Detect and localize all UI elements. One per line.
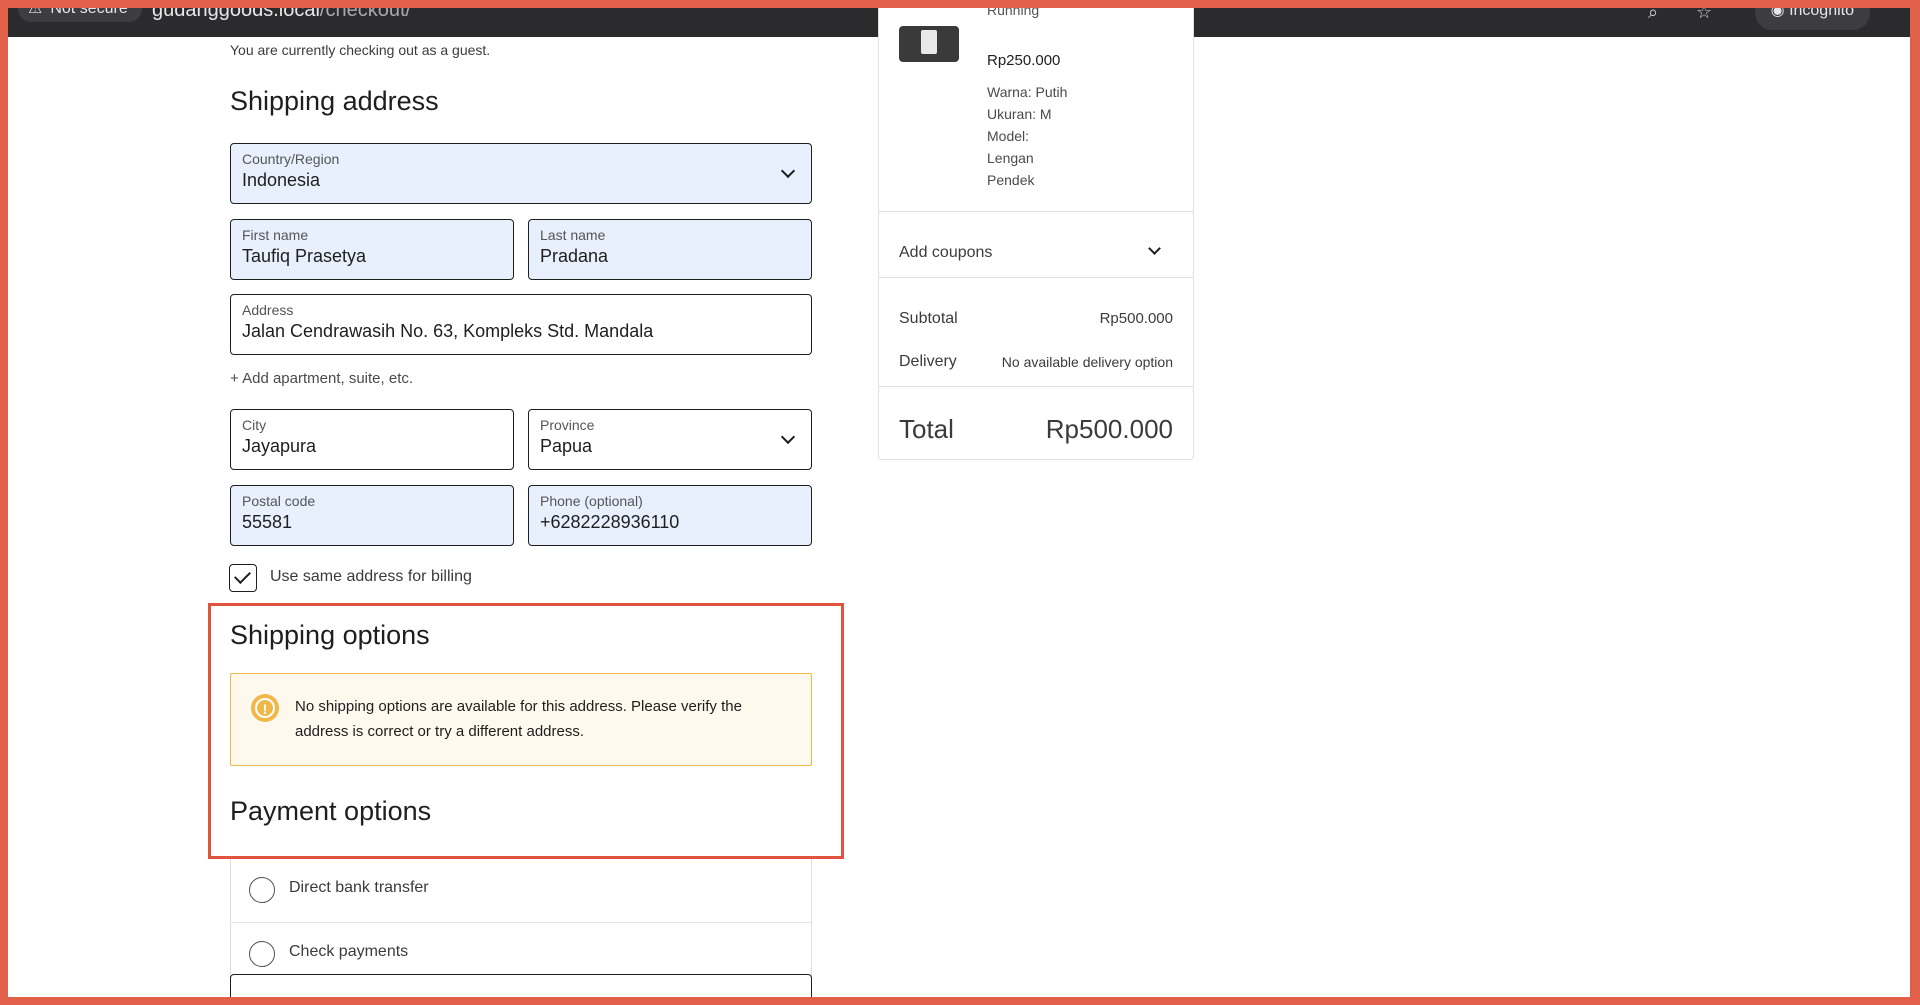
total-value: Rp500.000: [1045, 414, 1173, 444]
incognito-chip[interactable]: ◉ Incognito: [1754, 8, 1870, 30]
delivery-value: No available delivery option: [1001, 354, 1173, 370]
divider: [879, 277, 1193, 278]
chevron-down-icon: [1148, 242, 1161, 255]
phone-label: Phone (optional): [540, 493, 643, 509]
same-billing-checkbox[interactable]: [229, 564, 257, 592]
last-name-field[interactable]: Last name Pradana: [528, 219, 812, 280]
no-shipping-notice: ! No shipping options are available for …: [230, 673, 812, 766]
country-value: Indonesia: [242, 170, 321, 190]
postal-code-value: 55581: [242, 512, 293, 532]
star-icon[interactable]: ☆: [1696, 8, 1712, 23]
first-name-label: First name: [242, 227, 309, 243]
address-field[interactable]: Address Jalan Cendrawasih No. 63, Komple…: [230, 294, 812, 355]
warning-triangle-icon: ⚠: [28, 8, 43, 17]
security-label: Not secure: [50, 8, 128, 17]
province-label: Province: [540, 417, 595, 433]
product-name: Running: [987, 8, 1040, 18]
product-attribute: Lengan: [987, 150, 1034, 166]
shipping-options-heading: Shipping options: [230, 620, 430, 650]
country-select[interactable]: Country/Region Indonesia: [230, 143, 812, 204]
chevron-down-icon: [780, 429, 796, 444]
notice-text: No shipping options are available for th…: [295, 698, 742, 740]
radio-button[interactable]: [249, 877, 275, 903]
address-value: Jalan Cendrawasih No. 63, Kompleks Std. …: [242, 321, 654, 341]
phone-value: +6282228936110: [540, 512, 680, 532]
last-name-label: Last name: [540, 227, 606, 243]
same-billing-label[interactable]: Use same address for billing: [270, 568, 472, 586]
first-name-value: Taufiq Prasetya: [242, 246, 367, 266]
page-frame: ⚠ Not secure gudanggoods.local/checkout/…: [8, 8, 1910, 997]
subtotal-label: Subtotal: [899, 310, 958, 327]
payment-methods-list: Direct bank transfer Check payments: [230, 859, 812, 989]
total-label: Total: [899, 414, 954, 444]
subtotal-value: Rp500.000: [1099, 310, 1173, 327]
product-thumbnail: [899, 26, 959, 62]
divider: [879, 386, 1193, 387]
url-host: gudanggoods.local: [152, 8, 320, 21]
address-label: Address: [242, 302, 294, 318]
payment-options-heading: Payment options: [230, 796, 432, 826]
first-name-field[interactable]: First name Taufiq Prasetya: [230, 219, 514, 280]
url-path: /checkout/: [319, 8, 412, 21]
product-attribute: Warna: Putih: [987, 84, 1068, 100]
postal-code-label: Postal code: [242, 493, 316, 509]
city-label: City: [242, 417, 267, 433]
warning-icon: !: [251, 694, 279, 722]
product-attribute: Model:: [987, 128, 1030, 144]
guest-notice: You are currently checking out as a gues…: [230, 42, 491, 58]
delivery-label: Delivery: [899, 353, 957, 370]
search-icon[interactable]: ⌕: [1648, 8, 1658, 23]
postal-code-field[interactable]: Postal code 55581: [230, 485, 514, 546]
province-value: Papua: [540, 436, 593, 456]
security-chip[interactable]: ⚠ Not secure: [18, 8, 142, 22]
address-bar[interactable]: gudanggoods.local/checkout/: [152, 8, 411, 22]
product-price: Rp250.000: [987, 52, 1061, 69]
shipping-address-heading: Shipping address: [230, 86, 439, 116]
city-value: Jayapura: [242, 436, 317, 456]
last-name-value: Pradana: [540, 246, 609, 266]
product-attribute: Ukuran: M: [987, 106, 1052, 122]
payment-method-next[interactable]: [230, 974, 812, 997]
payment-method-bank-transfer[interactable]: Direct bank transfer: [231, 859, 811, 922]
radio-button[interactable]: [249, 941, 275, 967]
divider: [879, 211, 1193, 212]
province-select[interactable]: Province Papua: [528, 409, 812, 470]
product-attribute: Pendek: [987, 172, 1035, 188]
chevron-down-icon: [780, 163, 796, 178]
payment-method-label: Direct bank transfer: [289, 879, 429, 896]
payment-method-label: Check payments: [289, 943, 409, 960]
add-apartment-link[interactable]: + Add apartment, suite, etc.: [230, 370, 413, 387]
coupons-label: Add coupons: [899, 244, 993, 261]
incognito-icon: ◉: [1770, 8, 1790, 19]
incognito-label: Incognito: [1789, 8, 1854, 19]
order-summary: Running Rp250.000 Warna: Putih Ukuran: M…: [878, 8, 1194, 460]
city-field[interactable]: City Jayapura: [230, 409, 514, 470]
country-label: Country/Region: [242, 151, 340, 167]
phone-field[interactable]: Phone (optional) +6282228936110: [528, 485, 812, 546]
